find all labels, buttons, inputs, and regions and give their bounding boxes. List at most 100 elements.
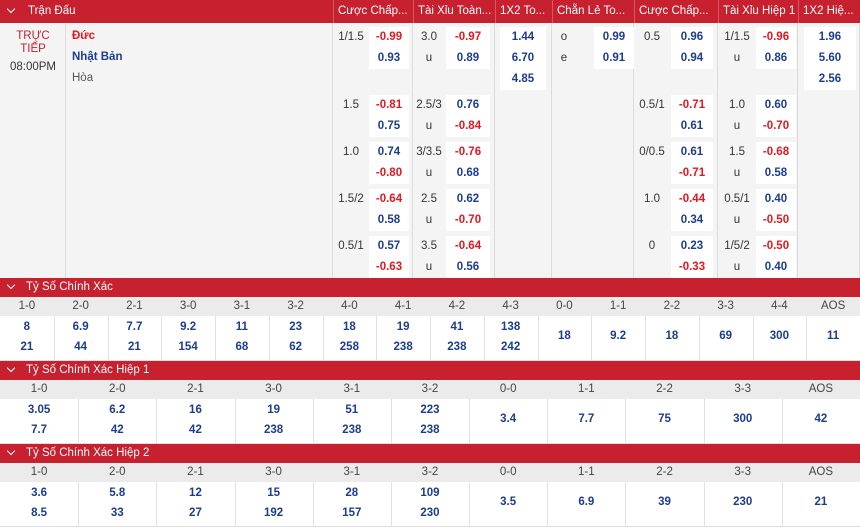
handicap-home-odds[interactable]: -0.99 bbox=[369, 27, 409, 48]
section-header[interactable]: Tỷ Số Chính Xác Hiệp 1 bbox=[0, 361, 860, 380]
home-score-odds[interactable]: 41 bbox=[430, 319, 484, 336]
handicap-home-odds[interactable]: 0.74 bbox=[369, 142, 409, 163]
home-score-odds[interactable]: 8 bbox=[0, 319, 54, 336]
home-score-odds[interactable]: 51 bbox=[313, 402, 391, 419]
score-odds[interactable]: 9.2 bbox=[591, 328, 645, 345]
1x2-odds[interactable]: 4.85 bbox=[500, 69, 546, 90]
handicap-away-odds[interactable]: -0.63 bbox=[369, 257, 409, 278]
away-score-odds[interactable]: 33 bbox=[78, 505, 156, 522]
away-score-odds[interactable]: 44 bbox=[54, 339, 108, 356]
away-score-odds[interactable]: 42 bbox=[78, 422, 156, 439]
score-odds[interactable]: 3.5 bbox=[469, 494, 547, 511]
h1-over-odds[interactable]: 0.60 bbox=[756, 95, 796, 116]
h1-under-odds[interactable]: -0.70 bbox=[756, 116, 796, 137]
home-score-odds[interactable]: 3.05 bbox=[0, 402, 78, 419]
home-score-odds[interactable]: 7.7 bbox=[108, 319, 162, 336]
under-odds[interactable]: -0.84 bbox=[446, 116, 490, 137]
home-score-odds[interactable]: 16 bbox=[156, 402, 234, 419]
section-header[interactable]: Tỷ Số Chính Xác Hiệp 2 bbox=[0, 444, 860, 463]
h1-over-odds[interactable]: -0.96 bbox=[756, 27, 796, 48]
h1-under-odds[interactable]: 0.86 bbox=[756, 48, 796, 69]
handicap-away-odds[interactable]: 0.93 bbox=[369, 48, 409, 69]
header-col-7[interactable]: 1X2 Hiệ... bbox=[798, 0, 860, 23]
home-score-odds[interactable]: 19 bbox=[376, 319, 430, 336]
score-odds[interactable]: 39 bbox=[625, 494, 703, 511]
away-score-odds[interactable]: 238 bbox=[313, 422, 391, 439]
home-score-odds[interactable]: 11 bbox=[215, 319, 269, 336]
score-odds[interactable]: 21 bbox=[782, 494, 860, 511]
away-score-odds[interactable]: 242 bbox=[484, 339, 538, 356]
h1-over-odds[interactable]: 0.40 bbox=[756, 189, 796, 210]
score-odds[interactable]: 3.4 bbox=[469, 411, 547, 428]
away-score-odds[interactable]: 157 bbox=[313, 505, 391, 522]
away-score-odds[interactable]: 42 bbox=[156, 422, 234, 439]
under-odds[interactable]: 0.56 bbox=[446, 257, 490, 278]
1x2-odds[interactable]: 6.70 bbox=[500, 48, 546, 69]
away-score-odds[interactable]: 238 bbox=[235, 422, 313, 439]
away-score-odds[interactable]: 238 bbox=[376, 339, 430, 356]
score-odds[interactable]: 11 bbox=[806, 328, 860, 345]
home-score-odds[interactable]: 109 bbox=[391, 485, 469, 502]
score-odds[interactable]: 75 bbox=[625, 411, 703, 428]
1x2-odds[interactable]: 1.44 bbox=[500, 27, 546, 48]
away-score-odds[interactable]: 8.5 bbox=[0, 505, 78, 522]
handicap-home-odds[interactable]: -0.81 bbox=[369, 95, 409, 116]
home-score-odds[interactable]: 5.8 bbox=[78, 485, 156, 502]
header-col-2[interactable]: Tài Xỉu Toàn... bbox=[413, 0, 495, 23]
score-odds[interactable]: 42 bbox=[782, 411, 860, 428]
score-odds[interactable]: 7.7 bbox=[547, 411, 625, 428]
away-score-odds[interactable]: 238 bbox=[391, 422, 469, 439]
h1-under-odds[interactable]: 0.40 bbox=[756, 257, 796, 278]
handicap-home-odds[interactable]: -0.64 bbox=[369, 189, 409, 210]
h1-under-odds[interactable]: -0.50 bbox=[756, 210, 796, 231]
h1-handicap-away-odds[interactable]: -0.33 bbox=[671, 257, 713, 278]
h1-under-odds[interactable]: 0.58 bbox=[756, 163, 796, 184]
h1-handicap-home-odds[interactable]: 0.96 bbox=[671, 27, 713, 48]
home-score-odds[interactable]: 138 bbox=[484, 319, 538, 336]
under-odds[interactable]: 0.89 bbox=[446, 48, 490, 69]
home-score-odds[interactable]: 28 bbox=[313, 485, 391, 502]
handicap-away-odds[interactable]: -0.80 bbox=[369, 163, 409, 184]
h1-over-odds[interactable]: -0.68 bbox=[756, 142, 796, 163]
away-score-odds[interactable]: 7.7 bbox=[0, 422, 78, 439]
home-score-odds[interactable]: 12 bbox=[156, 485, 234, 502]
score-odds[interactable]: 18 bbox=[538, 328, 592, 345]
away-score-odds[interactable]: 258 bbox=[323, 339, 377, 356]
under-odds[interactable]: -0.70 bbox=[446, 210, 490, 231]
over-odds[interactable]: -0.97 bbox=[446, 27, 490, 48]
h1-handicap-away-odds[interactable]: 0.34 bbox=[671, 210, 713, 231]
odd-odds[interactable]: 0.99 bbox=[594, 27, 634, 48]
collapse-chevron-icon[interactable] bbox=[8, 448, 16, 456]
away-score-odds[interactable]: 192 bbox=[235, 505, 313, 522]
under-odds[interactable]: 0.68 bbox=[446, 163, 490, 184]
h1-1x2-odds[interactable]: 5.60 bbox=[804, 48, 856, 69]
home-score-odds[interactable]: 3.6 bbox=[0, 485, 78, 502]
h1-handicap-away-odds[interactable]: 0.61 bbox=[671, 116, 713, 137]
home-score-odds[interactable]: 6.2 bbox=[78, 402, 156, 419]
over-odds[interactable]: 0.76 bbox=[446, 95, 490, 116]
away-score-odds[interactable]: 238 bbox=[430, 339, 484, 356]
home-score-odds[interactable]: 6.9 bbox=[54, 319, 108, 336]
h1-1x2-odds[interactable]: 1.96 bbox=[804, 27, 856, 48]
away-score-odds[interactable]: 27 bbox=[156, 505, 234, 522]
score-odds[interactable]: 300 bbox=[753, 328, 807, 345]
header-col-1[interactable]: Cược Chấp... bbox=[333, 0, 413, 23]
over-odds[interactable]: -0.76 bbox=[446, 142, 490, 163]
section-header[interactable]: Tỷ Số Chính Xác bbox=[0, 278, 860, 297]
away-score-odds[interactable]: 154 bbox=[161, 339, 215, 356]
score-odds[interactable]: 300 bbox=[704, 411, 782, 428]
collapse-chevron-icon[interactable] bbox=[8, 365, 16, 373]
score-odds[interactable]: 69 bbox=[699, 328, 753, 345]
header-col-3[interactable]: 1X2 To... bbox=[495, 0, 552, 23]
score-odds[interactable]: 230 bbox=[704, 494, 782, 511]
home-score-odds[interactable]: 18 bbox=[323, 319, 377, 336]
h1-handicap-home-odds[interactable]: 0.23 bbox=[671, 236, 713, 257]
home-score-odds[interactable]: 23 bbox=[269, 319, 323, 336]
handicap-home-odds[interactable]: 0.57 bbox=[369, 236, 409, 257]
away-score-odds[interactable]: 230 bbox=[391, 505, 469, 522]
h1-over-odds[interactable]: -0.50 bbox=[756, 236, 796, 257]
handicap-away-odds[interactable]: 0.75 bbox=[369, 116, 409, 137]
collapse-chevron-icon[interactable] bbox=[8, 282, 16, 290]
header-col-0[interactable]: Trận Đấu bbox=[0, 0, 333, 23]
away-team-name[interactable]: Nhật Bản bbox=[72, 51, 122, 63]
